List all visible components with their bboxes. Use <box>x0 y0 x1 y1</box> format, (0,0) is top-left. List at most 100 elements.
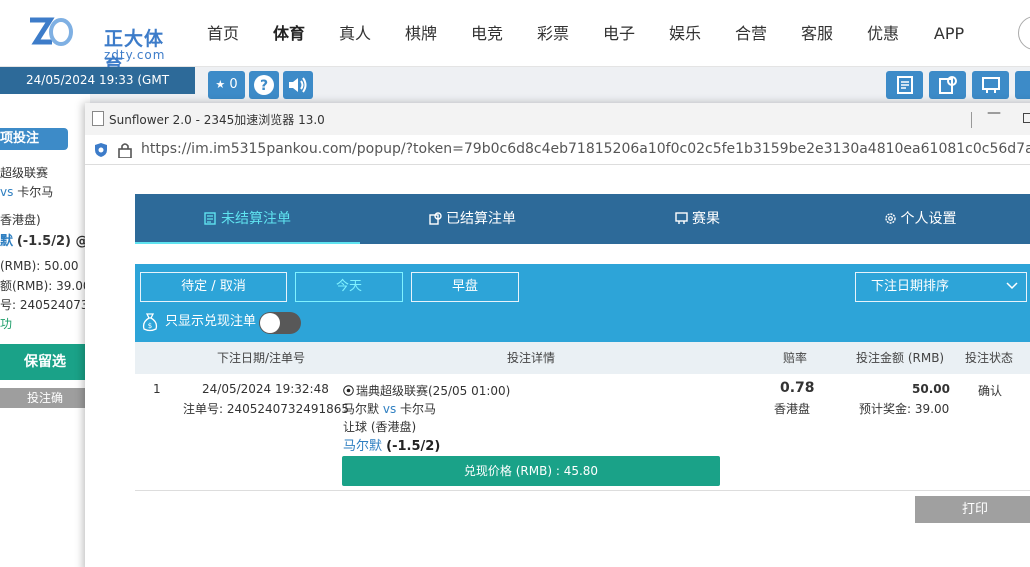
tab-unsettled[interactable]: 未结算注单 <box>135 194 360 244</box>
svg-text:?: ? <box>260 78 268 94</box>
slip-selection-line: (-1.5/2) @ <box>16 234 89 249</box>
bet-slip-tab[interactable]: 项投注 <box>0 128 68 150</box>
nav-affiliate[interactable]: 合营 <box>718 0 784 67</box>
cashout-only-toggle[interactable] <box>259 312 301 334</box>
active-tab-indicator <box>135 242 360 244</box>
settled-icon <box>938 76 957 94</box>
row-market: 让球 (香港盘) <box>343 420 417 434</box>
row-vs: vs <box>382 402 397 416</box>
col-stake: 投注金额 (RMB) <box>856 351 945 365</box>
tab-personal-settings[interactable]: 个人设置 <box>810 194 1030 244</box>
settled-button[interactable] <box>929 71 966 99</box>
favorites-count: 0 <box>229 77 238 92</box>
money-bag-icon: $ <box>142 313 158 332</box>
scoreboard-icon <box>981 77 1000 93</box>
row-home-team: 马尔默 <box>343 402 380 416</box>
nav-promotions[interactable]: 优惠 <box>850 0 916 67</box>
row-league-text: 瑞典超级联赛(25/05 01:00) <box>356 384 511 398</box>
page-icon <box>92 111 104 126</box>
toggle-knob <box>260 313 280 333</box>
slip-league: 超级联赛 <box>0 166 49 180</box>
row-selection-team: 马尔默 <box>343 439 383 454</box>
nav-sports[interactable]: 体育 <box>256 0 322 67</box>
row-est-payout: 预计奖金: 39.00 <box>859 402 950 416</box>
svg-text:$: $ <box>148 322 152 330</box>
nav-cards[interactable]: 棋牌 <box>388 0 454 67</box>
filter-early[interactable]: 早盘 <box>411 272 519 302</box>
betslip-tabs: 未结算注单 已结算注单 赛果 个人设置 <box>135 194 1030 244</box>
soccer-ball-icon <box>343 385 354 396</box>
keep-selection-button[interactable]: 保留选 <box>0 344 90 380</box>
table-row: 1 24/05/2024 19:32:48 注单号: 2405240732491… <box>135 374 1030 491</box>
nav-lottery[interactable]: 彩票 <box>520 0 586 67</box>
nav-slots[interactable]: 电子 <box>586 0 652 67</box>
settled-bets-icon <box>429 212 442 225</box>
slip-selection-team: 默 <box>0 234 14 249</box>
cashout-button[interactable]: 兑现价格 (RMB) : 45.80 <box>342 456 720 486</box>
row-index: 1 <box>153 382 161 396</box>
tab-settled-label: 已结算注单 <box>446 211 516 227</box>
speaker-icon <box>289 77 307 93</box>
slip-match: vs 卡尔马 <box>0 183 53 200</box>
print-button[interactable]: 打印 <box>915 496 1030 523</box>
tab-settled[interactable]: 已结算注单 <box>360 194 585 244</box>
sort-dropdown[interactable]: 下注日期排序 <box>855 272 1027 302</box>
bets-table-header: 下注日期/注单号 投注详情 赔率 投注金额 (RMB) 投注状态 <box>135 342 1030 374</box>
row-selection: 马尔默 (-1.5/2) <box>343 435 440 454</box>
nav-entertainment[interactable]: 娱乐 <box>652 0 718 67</box>
site-header: 正大体育 zdty.com 首页 体育 真人 棋牌 电竞 彩票 电子 娱乐 合营… <box>0 0 1030 77</box>
cashout-only-label: 只显示兑现注单 <box>165 314 257 329</box>
nav-live-casino[interactable]: 真人 <box>322 0 388 67</box>
nav-esports[interactable]: 电竞 <box>454 0 520 67</box>
slip-status: 功 <box>0 317 13 331</box>
nav-support[interactable]: 客服 <box>784 0 850 67</box>
betlist-button[interactable] <box>886 71 923 99</box>
datetime-bar: 24/05/2024 19:33 (GMT +8) <box>0 67 195 114</box>
cashout-only-filter: $ 只显示兑现注单 <box>141 310 256 334</box>
nav-app[interactable]: APP <box>916 0 982 67</box>
url-field[interactable]: https://im.im5315pankou.com/popup/?token… <box>141 141 1030 157</box>
user-avatar[interactable] <box>1018 16 1030 50</box>
favorites-button[interactable]: ★ 0 <box>208 71 245 99</box>
sports-toolbar: ★ 0 ? <box>195 67 1030 103</box>
row-away-team: 卡尔马 <box>400 402 437 416</box>
slip-market: 香港盘) <box>0 213 41 227</box>
bet-confirm-button[interactable]: 投注确 <box>0 388 90 408</box>
minimize-icon[interactable]: — <box>987 105 1001 121</box>
tab-settings-label: 个人设置 <box>900 211 957 227</box>
gear-icon <box>884 213 896 224</box>
list-icon <box>896 76 913 94</box>
filter-today[interactable]: 今天 <box>295 272 403 302</box>
titlebar-divider <box>971 112 972 128</box>
tab-results[interactable]: 赛果 <box>585 194 810 244</box>
address-bar: https://im.im5315pankou.com/popup/?token… <box>85 135 1030 165</box>
unsettled-icon <box>204 212 216 225</box>
settings-button[interactable] <box>1015 71 1030 99</box>
maximize-icon[interactable] <box>1023 113 1030 123</box>
slip-away-team: 卡尔马 <box>17 185 54 199</box>
row-odds-type: 香港盘 <box>774 402 811 416</box>
row-date: 24/05/2024 19:32:48 <box>202 382 329 396</box>
results-button[interactable] <box>972 71 1009 99</box>
slip-vs: vs <box>0 185 14 199</box>
screen: 正大体育 zdty.com 首页 体育 真人 棋牌 电竞 彩票 电子 娱乐 合营… <box>0 0 1030 567</box>
nav-home[interactable]: 首页 <box>190 0 256 67</box>
sound-button[interactable] <box>283 71 313 99</box>
shield-icon <box>95 143 107 157</box>
row-status: 确认 <box>978 384 1003 398</box>
tab-results-label: 赛果 <box>692 211 720 227</box>
slip-payout: 额(RMB): 39.00 <box>0 279 91 293</box>
logo-domain: zdty.com <box>104 48 166 62</box>
help-button[interactable]: ? <box>249 71 279 99</box>
col-status: 投注状态 <box>965 351 1014 365</box>
star-icon: ★ <box>215 78 226 91</box>
col-date-betno: 下注日期/注单号 <box>217 351 306 365</box>
row-teams: 马尔默 vs 卡尔马 <box>343 400 436 417</box>
tab-unsettled-label: 未结算注单 <box>221 211 291 227</box>
window-title: Sunflower 2.0 - 2345加速浏览器 13.0 <box>109 113 325 127</box>
col-odds: 赔率 <box>783 351 808 365</box>
slip-stake: (RMB): 50.00 <box>0 259 79 273</box>
site-logo[interactable]: 正大体育 zdty.com <box>28 14 168 77</box>
popup-window: Sunflower 2.0 - 2345加速浏览器 13.0 — https:/… <box>85 103 1030 567</box>
filter-pending-cancelled[interactable]: 待定 / 取消 <box>140 272 287 302</box>
